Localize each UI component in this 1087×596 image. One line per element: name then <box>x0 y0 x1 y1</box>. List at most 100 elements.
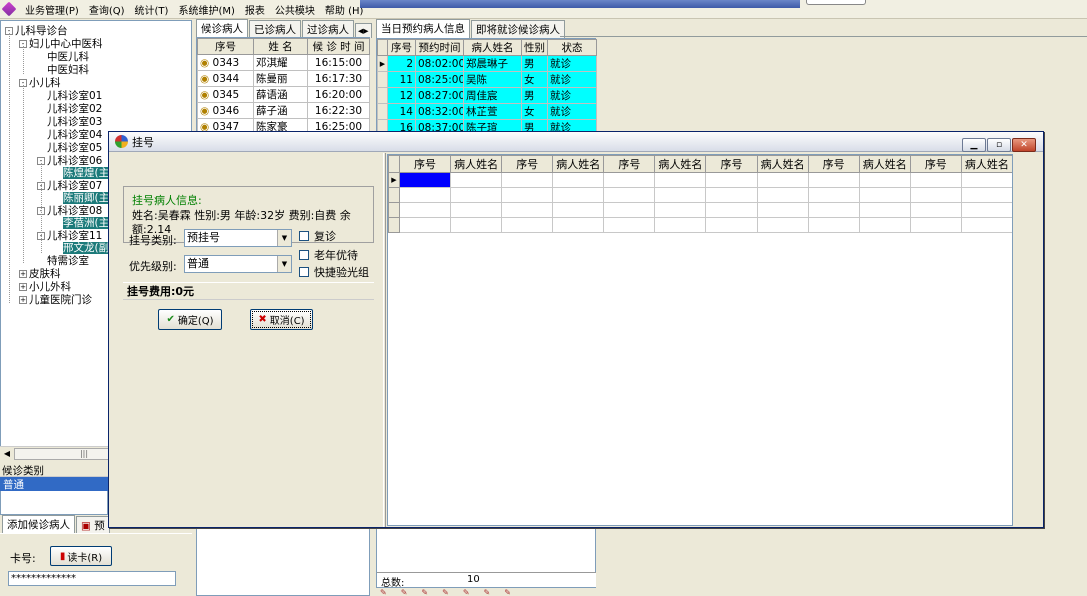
queue-cell[interactable] <box>501 217 554 233</box>
tree-node[interactable]: 陈丽卿(主 <box>63 192 110 204</box>
menu-public-module[interactable]: 公共模块 <box>270 2 320 17</box>
tree-node[interactable]: + 儿童医院门诊 <box>19 294 92 306</box>
column-header[interactable]: 病人姓名 <box>654 155 707 173</box>
column-header[interactable]: 预约时间 <box>415 39 464 56</box>
tree-node[interactable]: 儿科诊室04 <box>47 129 102 141</box>
queue-cell[interactable] <box>756 217 809 233</box>
queue-cell[interactable] <box>552 217 605 233</box>
minimize-button[interactable]: ▁ <box>962 138 986 152</box>
queue-cell[interactable] <box>552 187 605 203</box>
queue-cell[interactable] <box>398 202 452 218</box>
table-row[interactable]: 12 08:27:00 周佳宸男就诊 <box>377 87 597 104</box>
tree-node[interactable]: 儿科诊室05 <box>47 142 102 154</box>
queue-cell[interactable] <box>960 172 1012 188</box>
tab-right-icon[interactable]: ▸ <box>363 25 368 37</box>
table-row[interactable] <box>388 217 1012 233</box>
menu-business[interactable]: 业务管理(P) <box>20 2 84 17</box>
tree-node[interactable]: - 儿科诊室06 <box>37 155 102 167</box>
queue-cell[interactable] <box>858 202 911 218</box>
tree-node[interactable]: - 儿科诊室11 <box>37 230 102 242</box>
queue-cell[interactable] <box>858 217 911 233</box>
queue-cell[interactable] <box>909 187 962 203</box>
column-header[interactable]: 性别 <box>521 39 548 56</box>
column-header[interactable]: 病人姓名 <box>463 39 522 56</box>
chevron-down-icon[interactable]: ▼ <box>277 256 291 272</box>
queue-cell[interactable] <box>501 202 554 218</box>
wait-category-list[interactable] <box>0 491 108 515</box>
queue-cell[interactable] <box>705 187 758 203</box>
chevron-down-icon[interactable]: ▼ <box>277 230 291 246</box>
queue-cell[interactable] <box>909 217 962 233</box>
tab-waiting-patients[interactable]: 候诊病人 <box>196 19 248 38</box>
queue-cell[interactable] <box>858 187 911 203</box>
confirm-button[interactable]: ✔ 确定(Q) <box>158 309 222 330</box>
queue-cell[interactable] <box>603 187 656 203</box>
tree-node[interactable]: 邢文龙(副 <box>63 242 110 254</box>
tree-node[interactable]: - 儿科诊室07 <box>37 180 102 192</box>
tree-node[interactable]: - 儿科导诊台 <box>5 25 68 37</box>
queue-cell[interactable] <box>705 217 758 233</box>
table-row[interactable]: ◉ 0344 陈曼丽 16:17:30 <box>197 70 370 87</box>
expand-icon[interactable]: + <box>19 283 27 291</box>
queue-cell[interactable] <box>654 172 707 188</box>
column-header[interactable]: 序号 <box>501 155 554 173</box>
column-header[interactable]: 姓 名 <box>253 38 308 55</box>
table-row[interactable] <box>388 187 1012 203</box>
queue-cell[interactable] <box>450 187 503 203</box>
queue-cell[interactable] <box>501 187 554 203</box>
tree-node[interactable]: 中医妇科 <box>47 64 89 76</box>
column-header[interactable]: 序号 <box>387 39 416 56</box>
checkbox-box[interactable] <box>299 267 309 277</box>
queue-cell[interactable] <box>654 202 707 218</box>
tree-node[interactable]: + 皮肤科 <box>19 268 61 280</box>
queue-cell[interactable] <box>960 202 1012 218</box>
quick-optometry-checkbox[interactable]: 快捷验光组 <box>299 264 369 280</box>
tree-node[interactable]: 儿科诊室02 <box>47 103 102 115</box>
column-header[interactable]: 序号 <box>909 155 962 173</box>
table-row[interactable]: 14 08:32:00 林芷萱女就诊 <box>377 103 597 120</box>
tree-node[interactable]: 特需诊室 <box>47 255 89 267</box>
dialog-splitter[interactable] <box>383 153 386 527</box>
tree-node[interactable]: 中医儿科 <box>47 51 89 63</box>
queue-cell[interactable] <box>552 202 605 218</box>
scroll-left-icon[interactable]: ◀ <box>1 448 13 460</box>
queue-cell[interactable] <box>603 217 656 233</box>
table-row[interactable]: ◉ 0345 薛语涵 16:20:00 <box>197 86 370 103</box>
queue-cell[interactable] <box>552 172 605 188</box>
table-row[interactable]: ◉ 0343 邓淇耀 16:15:00 <box>197 54 370 71</box>
tree-node[interactable]: 儿科诊室01 <box>47 90 102 102</box>
table-row[interactable]: ▶ <box>388 172 1012 188</box>
tab-missed-patients[interactable]: 过诊病人 <box>302 20 354 38</box>
tab-scroll-arrows[interactable]: ◂▸ <box>355 23 372 38</box>
expand-icon[interactable]: + <box>19 296 27 304</box>
queue-cell[interactable] <box>705 172 758 188</box>
queue-cell[interactable] <box>450 172 503 188</box>
background-window-button[interactable] <box>806 0 866 5</box>
tab-add-waiting-patient[interactable]: 添加候诊病人 <box>2 515 75 534</box>
close-button[interactable]: ✕ <box>1012 138 1036 152</box>
tab-upcoming-patients[interactable]: 即将就诊候诊病人 <box>471 20 565 38</box>
tree-node[interactable]: - 小儿科 <box>19 77 61 89</box>
tree-node[interactable]: + 小儿外科 <box>19 281 71 293</box>
queue-cell[interactable] <box>603 202 656 218</box>
queue-cell[interactable] <box>756 172 809 188</box>
read-card-button[interactable]: ▮ 读卡(R) <box>50 546 112 566</box>
revisit-checkbox[interactable]: 复诊 <box>299 228 336 244</box>
queue-cell[interactable] <box>501 172 554 188</box>
column-header[interactable]: 序号 <box>398 155 452 173</box>
queue-cell[interactable] <box>450 217 503 233</box>
queue-cell[interactable] <box>807 187 860 203</box>
checkbox-box[interactable] <box>299 250 309 260</box>
maximize-button[interactable]: ▫ <box>987 138 1011 152</box>
column-header[interactable]: 病人姓名 <box>960 155 1012 173</box>
menu-query[interactable]: 查询(Q) <box>84 2 130 17</box>
column-header[interactable]: 序号 <box>807 155 860 173</box>
column-header[interactable]: 状态 <box>547 39 597 56</box>
queue-cell[interactable] <box>654 187 707 203</box>
queue-cell[interactable] <box>398 172 452 188</box>
expand-icon[interactable]: + <box>19 270 27 278</box>
column-header[interactable]: 病人姓名 <box>450 155 503 173</box>
queue-cell[interactable] <box>450 202 503 218</box>
queue-cell[interactable] <box>807 172 860 188</box>
queue-cell[interactable] <box>654 217 707 233</box>
